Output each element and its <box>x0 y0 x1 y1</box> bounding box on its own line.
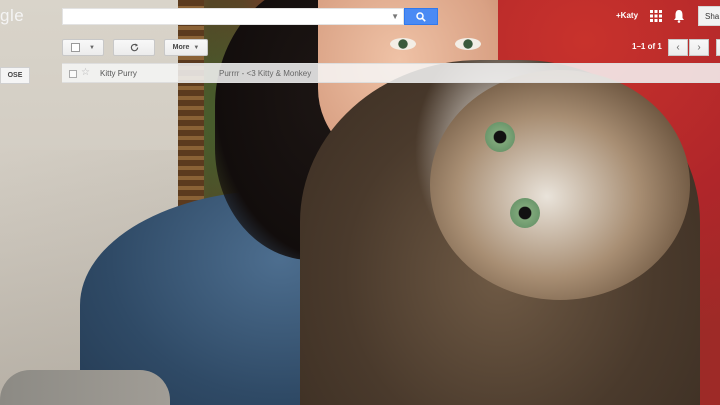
user-profile-link[interactable]: +Katy <box>616 11 638 20</box>
older-button[interactable]: › <box>689 39 709 56</box>
search-button[interactable] <box>404 8 438 25</box>
search-input[interactable]: ▼ <box>62 8 404 25</box>
more-button[interactable]: More ▼ <box>164 39 208 56</box>
message-subject: Purrrr - <3 Kitty & Monkey <box>219 69 312 78</box>
settings-button[interactable] <box>716 39 720 56</box>
chevron-left-icon: ‹ <box>676 42 680 53</box>
theme-background-photo <box>0 0 720 405</box>
compose-button[interactable]: OSE <box>0 67 30 84</box>
pagination-text: 1–1 of 1 <box>632 42 662 51</box>
refresh-button[interactable] <box>113 39 155 56</box>
star-icon[interactable]: ☆ <box>81 67 90 78</box>
row-checkbox[interactable] <box>69 70 77 78</box>
message-sender: Kitty Purry <box>100 69 137 78</box>
google-logo[interactable]: gle <box>0 6 24 26</box>
chevron-right-icon: › <box>697 42 701 53</box>
refresh-icon <box>130 43 138 52</box>
newer-button[interactable]: ‹ <box>668 39 688 56</box>
bell-icon[interactable] <box>673 9 685 23</box>
select-all-button[interactable]: ▼ <box>62 39 104 56</box>
dropdown-caret-icon: ▼ <box>193 44 200 51</box>
select-checkbox[interactable] <box>71 43 81 52</box>
share-button[interactable]: Sha <box>698 6 720 26</box>
table-row[interactable]: ☆ Kitty Purry Purrrr - <3 Kitty & Monkey <box>62 63 720 83</box>
dropdown-caret-icon[interactable]: ▼ <box>391 12 399 21</box>
more-label: More <box>172 44 190 51</box>
apps-grid-icon[interactable] <box>650 10 662 22</box>
dropdown-caret-icon: ▼ <box>89 44 95 51</box>
search-icon <box>416 11 426 22</box>
